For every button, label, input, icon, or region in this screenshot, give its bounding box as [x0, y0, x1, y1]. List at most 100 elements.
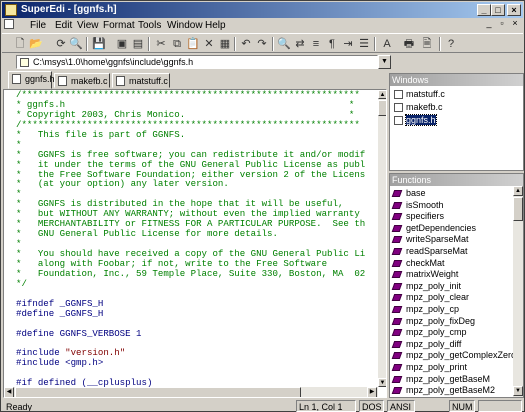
code-text: #define GGNFS_VERBOSE 1	[16, 327, 142, 339]
function-item[interactable]: isSmooth	[391, 200, 444, 211]
scroll-left-button[interactable]: ◀	[4, 387, 14, 397]
mdi-close-icon[interactable]: ×	[510, 19, 520, 29]
cursor-position: Ln 1, Col 1	[296, 400, 356, 412]
code-text-area[interactable]: /***************************************…	[16, 90, 378, 388]
function-item[interactable]: base	[391, 188, 426, 199]
function-item[interactable]: checkMat	[391, 258, 445, 269]
select-all-icon[interactable]: ▦	[217, 36, 233, 52]
search-file-icon[interactable]: 🔍	[68, 36, 84, 52]
goto-icon[interactable]: ≡	[308, 36, 324, 52]
toolbar-separator	[439, 37, 441, 51]
menu-help[interactable]: Help	[205, 20, 226, 31]
menu-bar: File Edit View Format Tools Window Help …	[2, 18, 523, 33]
vertical-scrollbar[interactable]: ▲ ▼	[378, 90, 386, 387]
print-icon[interactable]: 🖶	[401, 36, 417, 52]
indent-icon[interactable]: ☰	[356, 36, 372, 52]
function-item[interactable]: mpz_poly_print	[391, 362, 467, 373]
document-icon[interactable]	[4, 19, 14, 29]
path-dropdown-button[interactable]: ▼	[378, 55, 391, 69]
functions-scrollbar[interactable]: ▲ ▼	[513, 186, 523, 397]
scroll-right-button[interactable]: ▶	[367, 387, 377, 397]
menu-view[interactable]: View	[77, 20, 99, 31]
menu-tools[interactable]: Tools	[138, 20, 161, 31]
replace-icon[interactable]: ⇄	[292, 36, 308, 52]
vertical-scroll-thumb[interactable]	[378, 100, 386, 116]
function-item[interactable]: specifiers	[391, 211, 444, 222]
function-item[interactable]: matrixWeight	[391, 269, 458, 280]
copy-icon[interactable]: ⧉	[169, 36, 185, 52]
cut-icon[interactable]: ✂	[153, 36, 169, 52]
new-file-icon[interactable]: 🗋	[12, 36, 28, 52]
function-item[interactable]: mpz_poly_diff	[391, 339, 461, 350]
window-item-ggnfs-h[interactable]: ggnfs.h	[394, 114, 437, 127]
page-setup-icon[interactable]: 🗎	[419, 36, 435, 52]
function-item[interactable]: mpz_poly_getBaseM2	[391, 385, 495, 396]
bookmark-icon[interactable]: ⇥	[340, 36, 356, 52]
paragraph-icon[interactable]: ¶	[324, 36, 340, 52]
function-icon	[391, 259, 403, 267]
function-label: mpz_poly_cmp	[406, 327, 467, 338]
window-item-matstuff-c[interactable]: matstuff.c	[394, 89, 445, 101]
delete-icon[interactable]: ✕	[201, 36, 217, 52]
functions-scroll-thumb[interactable]	[513, 197, 523, 221]
function-item[interactable]: mpz_poly_getComplexZeros	[391, 350, 521, 361]
mdi-restore-icon[interactable]: ▫	[497, 19, 507, 29]
menu-file[interactable]: File	[30, 20, 46, 31]
function-icon	[391, 224, 403, 232]
scroll-down-button[interactable]: ▼	[378, 378, 386, 387]
horizontal-scroll-thumb[interactable]	[15, 387, 301, 397]
function-item[interactable]: writeSparseMat	[391, 234, 469, 245]
source-file-icon	[394, 90, 403, 99]
file-path-value: C:\msys\1.0\home\ggnfs\include\ggnfs.h	[33, 57, 194, 67]
file-icon	[20, 58, 29, 67]
function-item[interactable]: mpz_poly_cp	[391, 304, 459, 315]
print-preview-icon[interactable]: ▤	[130, 36, 146, 52]
save-icon[interactable]: 💾	[91, 36, 107, 52]
code-line: #define _GGNFS_H	[16, 308, 378, 319]
menu-window[interactable]: Window	[167, 20, 203, 31]
function-label: getDependencies	[406, 222, 477, 233]
minimize-button[interactable]: _	[477, 4, 491, 16]
save-all-icon[interactable]: ▣	[114, 36, 130, 52]
maximize-button[interactable]: □	[491, 4, 505, 16]
close-button[interactable]: ×	[507, 4, 521, 16]
paste-icon[interactable]: 📋	[185, 36, 201, 52]
function-item[interactable]: mpz_poly_init	[391, 280, 462, 292]
find-icon[interactable]: 🔍	[276, 36, 292, 52]
function-item[interactable]: mpz_poly_cmp	[391, 327, 467, 338]
function-item[interactable]: mpz_poly_getBaseM	[391, 373, 491, 385]
window-item-makefb-c[interactable]: makefb.c	[394, 102, 443, 114]
tab-matstuff-c[interactable]: matstuff.c	[112, 73, 170, 88]
tab-makefb-c[interactable]: makefb.c	[54, 73, 110, 88]
function-item[interactable]: readSparseMat	[391, 246, 468, 257]
app-icon[interactable]	[5, 4, 17, 16]
file-path-combo[interactable]: C:\msys\1.0\home\ggnfs\include\ggnfs.h	[16, 55, 378, 69]
title-bar[interactable]: SuperEdi - [ggnfs.h] _ □ ×	[2, 2, 523, 18]
scroll-up-button[interactable]: ▲	[513, 186, 523, 196]
reload-icon[interactable]: ⟳	[53, 36, 69, 52]
menu-edit[interactable]: Edit	[55, 20, 72, 31]
help-icon[interactable]: ?	[443, 36, 459, 52]
function-label: mpz_poly_getBaseM	[406, 373, 491, 384]
menu-format[interactable]: Format	[103, 20, 135, 31]
horizontal-scrollbar[interactable]: ◀ ▶	[4, 387, 378, 397]
tab-ggnfs-h[interactable]: ggnfs.h	[8, 71, 55, 89]
function-icon	[391, 364, 403, 371]
scroll-down-button[interactable]: ▼	[513, 386, 523, 396]
open-file-icon[interactable]: 📂	[28, 36, 44, 52]
code-text: * This file is part of GGNFS.	[16, 128, 186, 140]
mdi-minimize-icon[interactable]: _	[484, 19, 494, 29]
code-text: * GNU General Public License for more de…	[16, 228, 278, 240]
status-text: Ready	[6, 402, 33, 412]
scroll-up-button[interactable]: ▲	[378, 90, 386, 99]
function-label: mpz_poly_init	[406, 280, 462, 291]
function-icon	[391, 294, 403, 302]
undo-icon[interactable]: ↶	[238, 36, 254, 52]
function-item[interactable]: mpz_poly_fixDeg	[391, 316, 475, 327]
font-icon[interactable]: A	[379, 36, 395, 52]
function-item[interactable]: getDependencies	[391, 222, 477, 234]
code-editor[interactable]: /***************************************…	[3, 89, 387, 398]
toolbar-separator	[234, 37, 236, 51]
function-item[interactable]: mpz_poly_clear	[391, 292, 469, 303]
redo-icon[interactable]: ↷	[254, 36, 270, 52]
